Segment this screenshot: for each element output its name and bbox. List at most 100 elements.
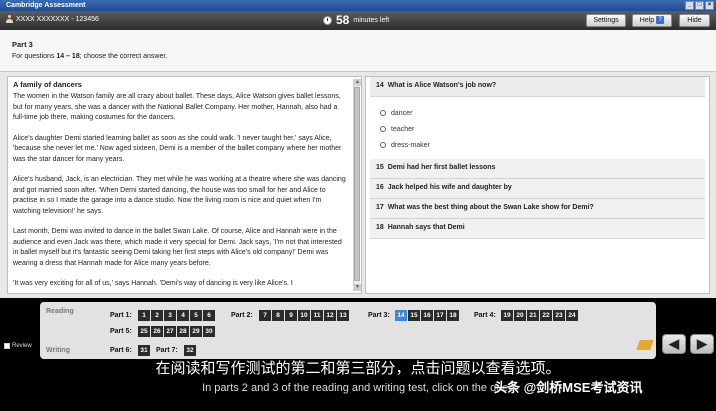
radio-button[interactable] xyxy=(380,126,386,132)
question-number-button[interactable]: 30 xyxy=(203,326,215,337)
question-number-button[interactable]: 26 xyxy=(151,326,163,337)
window-titlebar: Cambridge Assessment _ □ × xyxy=(0,0,716,11)
question-number-button[interactable]: 28 xyxy=(177,326,189,337)
part6-numbers: 31 xyxy=(138,345,150,356)
subtitle-chinese: 在阅读和写作测试的第二和第三部分，点击问题以查看选项。 xyxy=(155,360,561,377)
question-number-button[interactable]: 16 xyxy=(421,310,433,321)
part5-label: Part 5: xyxy=(110,328,132,335)
question-number-button[interactable]: 32 xyxy=(184,345,196,356)
question-number-button[interactable]: 2 xyxy=(151,310,163,321)
question-number-button[interactable]: 20 xyxy=(514,310,526,321)
timer-value: 58 xyxy=(336,13,350,27)
question-number-button[interactable]: 12 xyxy=(324,310,336,321)
help-label: Help xyxy=(639,17,655,24)
help-button[interactable]: Help? xyxy=(632,14,672,27)
question-number-button[interactable]: 15 xyxy=(408,310,420,321)
next-button[interactable]: ▶ xyxy=(690,334,714,354)
question-number-button[interactable]: 3 xyxy=(164,310,176,321)
question-number-button[interactable]: 31 xyxy=(138,345,150,356)
question-number-button[interactable]: 17 xyxy=(434,310,446,321)
question-14[interactable]: 14 What is Alice Watson's job now? xyxy=(370,77,705,97)
window-title: Cambridge Assessment xyxy=(6,2,86,9)
question-18[interactable]: 18 Hannah says that Demi xyxy=(370,219,705,239)
question-17[interactable]: 17 What was the best thing about the Swa… xyxy=(370,199,705,219)
question-number-button[interactable]: 27 xyxy=(164,326,176,337)
part3-label: Part 3: xyxy=(368,312,390,319)
question-number-button[interactable]: 21 xyxy=(527,310,539,321)
question-number-button[interactable]: 10 xyxy=(298,310,310,321)
part1-label: Part 1: xyxy=(110,312,132,319)
question-number-button[interactable]: 7 xyxy=(259,310,271,321)
question-number-button[interactable]: 25 xyxy=(138,326,150,337)
passage-paragraph: Alice's husband, Jack, is an electrician… xyxy=(13,176,346,215)
question-number-button[interactable]: 23 xyxy=(553,310,565,321)
review-toggle[interactable]: Review xyxy=(4,343,32,349)
part3-numbers: 14 15 16 17 18 xyxy=(395,310,459,321)
part2-numbers: 7 8 9 10 11 12 13 xyxy=(259,310,349,321)
part4-numbers: 19 20 21 22 23 24 xyxy=(501,310,578,321)
question-number-button[interactable]: 1 xyxy=(138,310,150,321)
radio-button[interactable] xyxy=(380,110,386,116)
part7-numbers: 32 xyxy=(184,345,196,356)
question-number-button[interactable]: 8 xyxy=(272,310,284,321)
part-header: Part 3 For questions 14 – 18; choose the… xyxy=(0,30,716,72)
scroll-up-arrow-icon[interactable]: ▲ xyxy=(354,79,361,86)
minimize-button[interactable]: _ xyxy=(685,1,694,10)
timer-unit: minutes left xyxy=(353,16,390,24)
settings-button[interactable]: Settings xyxy=(586,14,626,27)
close-button[interactable]: × xyxy=(705,1,714,10)
part6-label: Part 6: xyxy=(110,347,132,354)
info-bar: XXXX XXXXXXX - 123456 58 minutes left Se… xyxy=(0,11,716,30)
help-icon: ? xyxy=(656,16,665,25)
passage-paragraph: The women in the Watson family are all c… xyxy=(13,93,341,121)
question-number-button[interactable]: 6 xyxy=(203,310,215,321)
writing-label: Writing xyxy=(46,347,70,354)
passage-title: A family of dancers xyxy=(13,80,82,89)
question-navigation: Reading Writing Part 1: 123456 Part 2: 7… xyxy=(0,298,716,411)
question-16[interactable]: 16 Jack helped his wife and daughter by xyxy=(370,179,705,199)
passage-scrollbar[interactable]: ▲ ▼ xyxy=(353,79,361,291)
maximize-button[interactable]: □ xyxy=(695,1,704,10)
part4-label: Part 4: xyxy=(474,312,496,319)
question-number-button[interactable]: 29 xyxy=(190,326,202,337)
part-instruction: For questions 14 – 18; choose the correc… xyxy=(12,53,168,60)
part7-label: Part 7: xyxy=(156,347,178,354)
candidate-id: XXXX XXXXXXX - 123456 xyxy=(16,15,99,23)
passage-paragraph: Alice's daughter Demi started learning b… xyxy=(13,134,342,163)
questions-panel: 14 What is Alice Watson's job now? dance… xyxy=(365,76,710,294)
reading-passage[interactable]: A family of dancers The women in the Wat… xyxy=(7,76,362,294)
option-dancer[interactable]: dancer xyxy=(380,105,705,121)
review-label: Review xyxy=(12,343,32,349)
question-14-options: dancer teacher dress-maker xyxy=(370,97,705,159)
question-number-button[interactable]: 19 xyxy=(501,310,513,321)
review-checkbox[interactable] xyxy=(4,343,10,349)
hide-button[interactable]: Hide xyxy=(679,14,710,27)
part5-numbers: 25 26 27 28 29 30 xyxy=(138,326,215,337)
reading-label: Reading xyxy=(46,308,74,315)
option-dress-maker[interactable]: dress-maker xyxy=(380,137,705,153)
question-number-button[interactable]: 22 xyxy=(540,310,552,321)
watermark: 头条 @剑桥MSE考试资讯 xyxy=(494,380,643,395)
question-number-button[interactable]: 9 xyxy=(285,310,297,321)
question-number-button[interactable]: 5 xyxy=(190,310,202,321)
passage-paragraph: Last month, Demi was invited to dance in… xyxy=(13,228,342,267)
scroll-down-arrow-icon[interactable]: ▼ xyxy=(354,284,361,291)
question-15[interactable]: 15 Demi had her first ballet lessons xyxy=(370,159,705,179)
part-title: Part 3 xyxy=(12,40,33,49)
person-icon xyxy=(6,15,13,23)
question-number-button[interactable]: 4 xyxy=(177,310,189,321)
question-number-button[interactable]: 18 xyxy=(447,310,459,321)
candidate-info: XXXX XXXXXXX - 123456 xyxy=(6,15,99,23)
question-number-button[interactable]: 14 xyxy=(395,310,407,321)
question-number-button[interactable]: 11 xyxy=(311,310,323,321)
clock-icon xyxy=(323,15,332,25)
question-number-button[interactable]: 13 xyxy=(337,310,349,321)
window-controls: _ □ × xyxy=(685,1,714,10)
previous-button[interactable]: ◀ xyxy=(662,334,686,354)
part1-numbers: 123456 xyxy=(138,310,215,321)
radio-button[interactable] xyxy=(380,142,386,148)
question-number-button[interactable]: 24 xyxy=(566,310,578,321)
scroll-thumb[interactable] xyxy=(354,87,360,281)
option-teacher[interactable]: teacher xyxy=(380,121,705,137)
exam-content: Part 3 For questions 14 – 18; choose the… xyxy=(0,30,716,298)
